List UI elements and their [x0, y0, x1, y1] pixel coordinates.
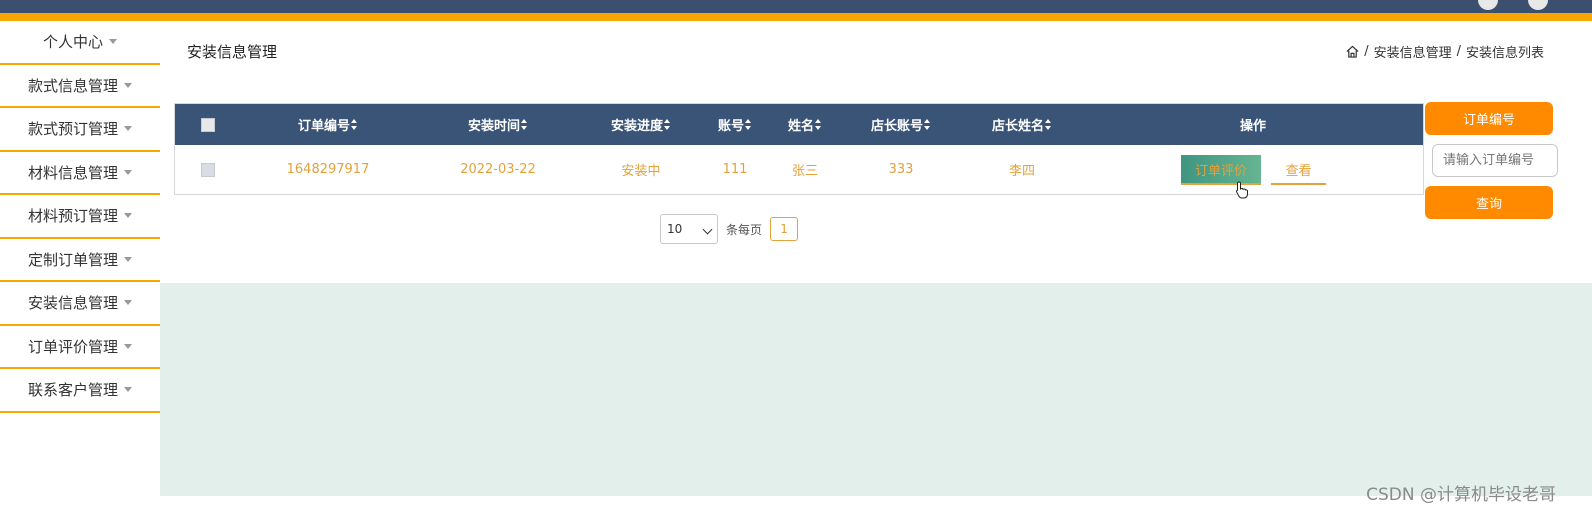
sidebar-item-label: 定制订单管理 [27, 250, 118, 269]
watermark: CSDN @计算机毕设老哥 [1366, 485, 1556, 505]
sort-icon [521, 119, 528, 130]
column-header-order-no[interactable]: 订单编号 [298, 115, 358, 134]
header-accent-stripe [0, 13, 1592, 21]
sort-icon [664, 119, 671, 130]
chevron-down-icon [124, 169, 132, 175]
chevron-down-icon [124, 126, 132, 132]
pagination: 10 条每页 1 [660, 214, 799, 244]
sort-icon [815, 119, 822, 130]
sidebar-item-label: 款式信息管理 [27, 76, 118, 95]
cell-manager-account: 333 [888, 162, 914, 177]
order-review-button[interactable]: 订单评价 [1181, 155, 1261, 185]
sidebar-item-order-review[interactable]: 订单评价管理 [0, 326, 160, 369]
column-header-actions: 操作 [1239, 119, 1267, 134]
hand-cursor-icon [1235, 181, 1248, 199]
column-header-account[interactable]: 账号 [718, 115, 752, 134]
cell-manager-name: 李四 [1008, 164, 1036, 179]
chevron-down-icon [124, 343, 132, 349]
breadcrumb-item[interactable]: 安装信息管理 [1374, 42, 1452, 61]
table-header: 订单编号 安装时间 安装进度 账号 姓名 店长账号 店长姓名 操作 [175, 104, 1423, 145]
search-button[interactable]: 查询 [1425, 186, 1553, 219]
sidebar-item-material-info[interactable]: 材料信息管理 [0, 152, 160, 195]
column-header-install-time[interactable]: 安装时间 [468, 115, 528, 134]
content-panel: 安装信息管理 / 安装信息管理 / 安装信息列表 订单编号 安装时间 安装进度 … [160, 21, 1592, 283]
breadcrumb-item: 安装信息列表 [1465, 46, 1544, 61]
sidebar-item-label: 联系客户管理 [27, 381, 118, 400]
sidebar-item-label: 款式预订管理 [27, 120, 118, 139]
search-field-label: 订单编号 [1425, 102, 1553, 135]
logout-icon[interactable] [1528, 0, 1548, 10]
table-row: 1648297917 2022-03-22 安装中 111 张三 333 李四 … [175, 145, 1423, 199]
cell-account: 111 [722, 162, 748, 177]
column-header-manager-account[interactable]: 店长账号 [871, 115, 931, 134]
sidebar-item-label: 安装信息管理 [27, 294, 118, 313]
home-icon[interactable] [1346, 45, 1359, 58]
sidebar-item-label: 个人中心 [42, 33, 103, 52]
main-content: 安装信息管理 / 安装信息管理 / 安装信息列表 订单编号 安装时间 安装进度 … [160, 21, 1592, 505]
chevron-down-icon [124, 82, 132, 88]
select-all-checkbox[interactable] [201, 117, 215, 132]
chevron-down-icon [702, 224, 713, 235]
page-size-select[interactable]: 10 [660, 214, 718, 244]
sidebar-item-custom-orders[interactable]: 定制订单管理 [0, 239, 160, 282]
chevron-down-icon [124, 300, 132, 306]
view-button[interactable]: 查看 [1271, 155, 1326, 185]
sidebar-item-material-booking[interactable]: 材料预订管理 [0, 195, 160, 239]
chevron-down-icon [124, 256, 132, 262]
breadcrumb: / 安装信息管理 / 安装信息列表 [1346, 42, 1544, 61]
chevron-down-icon [124, 387, 132, 393]
chevron-down-icon [109, 39, 117, 45]
sort-icon [745, 119, 752, 130]
sort-icon [924, 119, 931, 130]
row-checkbox[interactable] [201, 162, 215, 177]
breadcrumb-separator: / [1364, 44, 1369, 59]
page-number-button[interactable]: 1 [770, 217, 799, 241]
sort-icon [351, 119, 358, 130]
breadcrumb-separator: / [1456, 44, 1461, 59]
top-navbar [0, 0, 1592, 13]
sidebar-item-customer-contact[interactable]: 联系客户管理 [0, 369, 160, 413]
order-no-search-input[interactable] [1432, 144, 1558, 177]
cell-progress: 安装中 [621, 164, 661, 179]
column-header-name[interactable]: 姓名 [788, 115, 822, 134]
sidebar-item-profile[interactable]: 个人中心 [0, 21, 160, 65]
sidebar-item-label: 材料信息管理 [27, 163, 118, 182]
column-header-progress[interactable]: 安装进度 [611, 115, 671, 134]
column-header-manager-name[interactable]: 店长姓名 [992, 115, 1052, 134]
cell-name: 张三 [791, 164, 819, 179]
sidebar-item-style-info[interactable]: 款式信息管理 [0, 65, 160, 108]
sidebar-item-style-booking[interactable]: 款式预订管理 [0, 108, 160, 152]
sidebar: 个人中心 款式信息管理 款式预订管理 材料信息管理 材料预订管理 定制订单管理 … [0, 21, 160, 496]
search-panel: 订单编号 查询 [1425, 102, 1558, 219]
cell-install-time: 2022-03-22 [460, 162, 536, 177]
page-title: 安装信息管理 [187, 43, 278, 61]
data-table: 订单编号 安装时间 安装进度 账号 姓名 店长账号 店长姓名 操作 164829… [174, 103, 1424, 199]
user-avatar-icon[interactable] [1478, 0, 1498, 10]
sidebar-item-label: 订单评价管理 [27, 337, 118, 356]
chevron-down-icon [124, 213, 132, 219]
cell-order-no: 1648297917 [286, 162, 370, 177]
sort-icon [1045, 119, 1052, 130]
sidebar-item-label: 材料预订管理 [27, 207, 118, 226]
per-page-label: 条每页 [726, 222, 763, 237]
sidebar-item-install-info[interactable]: 安装信息管理 [0, 282, 160, 326]
